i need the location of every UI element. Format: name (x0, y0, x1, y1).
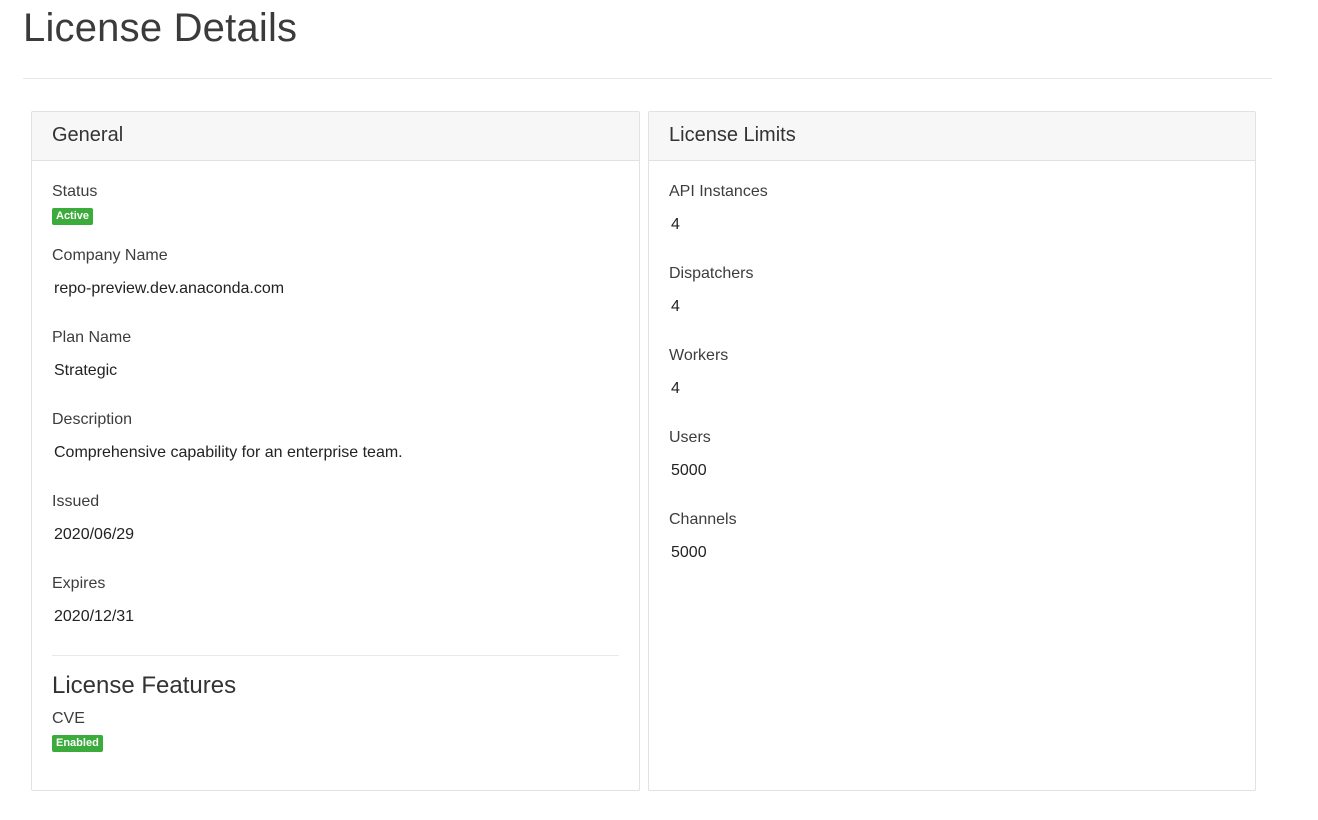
description-value: Comprehensive capability for an enterpri… (54, 444, 403, 461)
features-divider (52, 655, 619, 656)
license-features-title: License Features (52, 672, 237, 699)
general-panel-header: General (32, 112, 639, 161)
limit-api-instances: API Instances 4 (669, 183, 768, 234)
limit-api-instances-value: 4 (671, 216, 680, 233)
description-field: Description Comprehensive capability for… (52, 411, 403, 462)
issued-label: Issued (52, 493, 100, 510)
description-label: Description (52, 411, 133, 428)
status-label: Status (52, 183, 98, 200)
status-badge: Active (52, 208, 94, 225)
feature-cve: CVE Enabled (52, 710, 103, 752)
status-field: Status Active (52, 183, 97, 225)
limit-channels: Channels 5000 (669, 511, 737, 562)
company-name-label: Company Name (52, 247, 168, 264)
plan-name-value: Strategic (54, 362, 118, 379)
plan-name-label: Plan Name (52, 329, 132, 346)
expires-label: Expires (52, 575, 106, 592)
limit-api-instances-label: API Instances (669, 183, 768, 200)
limit-channels-value: 5000 (671, 544, 707, 561)
limit-workers-value: 4 (671, 380, 680, 397)
expires-field: Expires 2020/12/31 (52, 575, 134, 626)
limit-channels-label: Channels (669, 511, 737, 528)
feature-cve-label: CVE (52, 710, 85, 727)
limit-users: Users 5000 (669, 429, 711, 480)
expires-value: 2020/12/31 (54, 608, 135, 625)
issued-value: 2020/06/29 (54, 526, 135, 543)
limit-dispatchers-label: Dispatchers (669, 265, 754, 282)
limit-users-label: Users (669, 429, 711, 446)
company-name-field: Company Name repo-preview.dev.anaconda.c… (52, 247, 284, 298)
feature-cve-badge: Enabled (52, 735, 103, 752)
title-divider (23, 78, 1272, 79)
limit-workers-label: Workers (669, 347, 729, 364)
page-title: License Details (23, 6, 298, 50)
license-limits-panel: License Limits API Instances 4 Dispatche… (648, 111, 1256, 791)
issued-field: Issued 2020/06/29 (52, 493, 134, 544)
limit-dispatchers-value: 4 (671, 298, 680, 315)
limit-users-value: 5000 (671, 462, 707, 479)
general-panel: General Status Active Company Name repo-… (31, 111, 640, 791)
license-limits-panel-header: License Limits (649, 112, 1255, 161)
limit-workers: Workers 4 (669, 347, 728, 398)
company-name-value: repo-preview.dev.anaconda.com (54, 280, 285, 297)
limit-dispatchers: Dispatchers 4 (669, 265, 753, 316)
plan-name-field: Plan Name Strategic (52, 329, 131, 380)
